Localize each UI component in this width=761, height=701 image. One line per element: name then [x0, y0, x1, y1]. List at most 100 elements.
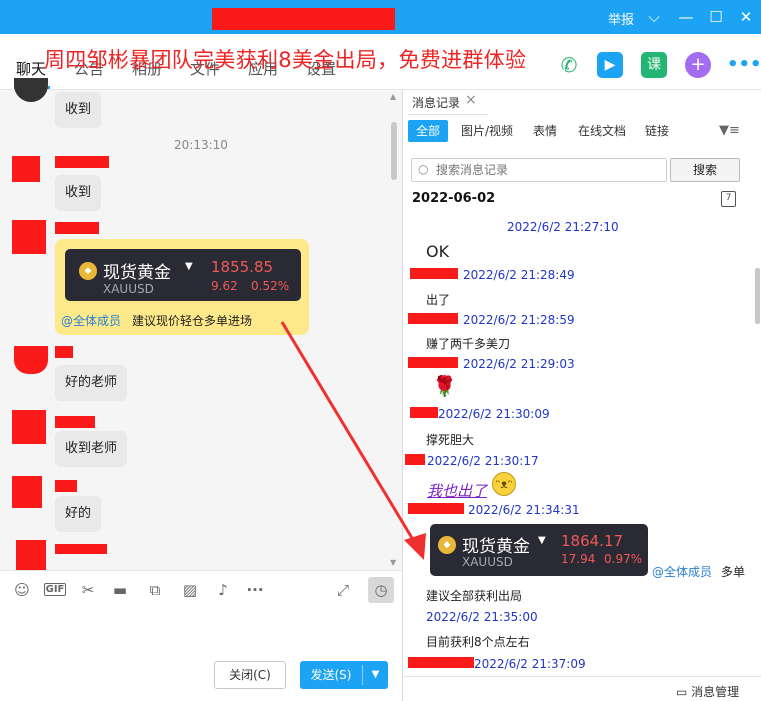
- redacted-name: [410, 268, 458, 279]
- phone-icon[interactable]: ✆: [556, 52, 582, 78]
- more-icon[interactable]: •••: [727, 52, 761, 78]
- message-bubble: 好的: [55, 496, 102, 532]
- record-time: 2022/6/2 21:34:31: [468, 503, 580, 517]
- report-button[interactable]: 举报: [608, 9, 634, 28]
- advice-text: 建议现价轻仓多单进场: [132, 314, 253, 328]
- redacted-name: [408, 657, 474, 668]
- tab-chat[interactable]: 聊天: [16, 58, 46, 79]
- scissors-icon[interactable]: ✂: [78, 581, 98, 599]
- chevron-down-icon[interactable]: ▼: [363, 661, 388, 689]
- quote-change-pct: 0.52%: [251, 279, 290, 293]
- record-link-text[interactable]: 我也出了: [427, 480, 487, 501]
- mention-all[interactable]: @全体成员: [652, 563, 712, 580]
- emoji-icon[interactable]: ☺: [12, 581, 32, 599]
- filter-all[interactable]: 全部: [408, 120, 449, 142]
- gif-icon[interactable]: GIF: [44, 583, 66, 596]
- quote-code: XAUUSD: [103, 282, 154, 296]
- redacted-name: [408, 503, 464, 514]
- bell-icon[interactable]: ♪: [213, 581, 233, 599]
- record-time: 2022/6/2 21:27:10: [507, 220, 619, 234]
- avatar[interactable]: [16, 540, 46, 570]
- maximize-icon[interactable]: ☐: [706, 7, 726, 27]
- filter-links[interactable]: 链接: [637, 120, 677, 142]
- input-toolbar: ☺ GIF ✂ ▬ ⧉ ▨ ♪ ··· ⤢ ◷: [0, 570, 402, 608]
- history-scrollbar[interactable]: [755, 268, 760, 324]
- grin-emoji-icon: ᵔᴥᵔ: [492, 472, 516, 496]
- history-tab-title[interactable]: 消息记录: [412, 94, 460, 111]
- redacted-name: [55, 346, 73, 358]
- avatar[interactable]: [12, 220, 46, 254]
- tab-bar: 聊天 公告 相册 文件 应用 设置 周四邹彬暴团队完美获利8美金出局，免费进群体…: [0, 34, 761, 90]
- rose-icon: 🌹: [432, 374, 457, 398]
- redacted-name: [55, 480, 77, 492]
- redacted-name: [405, 454, 425, 465]
- footer-divider: [403, 676, 761, 677]
- date-header: 2022-06-02: [412, 191, 496, 206]
- add-app-icon[interactable]: +: [685, 52, 711, 78]
- quote-price: 1864.17: [561, 532, 624, 550]
- redacted-name: [55, 222, 99, 234]
- avatar[interactable]: [12, 410, 46, 444]
- redacted-name: [55, 416, 95, 428]
- tab-divider: [408, 114, 488, 115]
- caret-down-icon: ▼: [185, 261, 193, 272]
- quote-code: XAUUSD: [462, 555, 513, 569]
- send-button[interactable]: 发送(S) ▼: [300, 661, 388, 689]
- expand-icon[interactable]: ⤢: [333, 581, 353, 599]
- history-search-input[interactable]: [436, 162, 656, 178]
- record-text: 出了: [426, 293, 451, 307]
- redacted-name: [410, 407, 438, 418]
- chevron-down-icon[interactable]: ⌵: [644, 7, 664, 27]
- redacted-title: [212, 8, 395, 30]
- quote-price: 1855.85: [211, 258, 274, 276]
- mention-all[interactable]: @全体成员: [61, 312, 121, 329]
- search-icon: ○: [418, 162, 429, 176]
- message-bubble: 收到老师: [55, 431, 128, 467]
- record-text: 撑死胆大: [426, 433, 475, 447]
- redacted-name: [408, 357, 458, 368]
- minimize-icon[interactable]: —: [676, 7, 696, 27]
- calendar-icon[interactable]: 7: [721, 191, 736, 207]
- search-button[interactable]: 搜索: [670, 158, 740, 182]
- record-text: 建议全部获利出局: [426, 589, 523, 603]
- gold-coin-icon: ◆: [438, 536, 456, 554]
- image-icon[interactable]: ▨: [180, 581, 200, 599]
- filter-icon[interactable]: ▼≡: [719, 123, 740, 138]
- record-text: 目前获利8个点左右: [426, 635, 530, 649]
- course-icon[interactable]: 课: [641, 52, 667, 78]
- quote-name: 现货黄金: [103, 263, 171, 283]
- filter-stickers[interactable]: 表情: [525, 120, 565, 142]
- gold-quote-card[interactable]: ◆ 现货黄金 ▼ XAUUSD 1864.17 17.94 0.97%: [430, 524, 648, 576]
- close-icon[interactable]: ✕: [736, 7, 756, 27]
- video-icon[interactable]: ▶: [597, 52, 623, 78]
- filter-docs[interactable]: 在线文档: [570, 120, 634, 142]
- avatar[interactable]: [12, 476, 42, 508]
- quote-change-pct: 0.97%: [604, 552, 643, 566]
- avatar[interactable]: [14, 346, 48, 374]
- close-button[interactable]: 关闭(C): [214, 661, 286, 689]
- record-text: OK: [426, 242, 450, 261]
- redacted-name: [55, 544, 107, 554]
- gold-coin-icon: ◆: [79, 262, 97, 280]
- more-icon[interactable]: ···: [245, 581, 265, 599]
- filter-media[interactable]: 图片/视频: [453, 120, 521, 142]
- scroll-down-icon[interactable]: ▼: [390, 558, 396, 567]
- send-button-label[interactable]: 发送(S): [300, 661, 362, 689]
- shake-icon[interactable]: ⧉: [145, 581, 165, 599]
- promo-banner-text: 周四邹彬暴团队完美获利8美金出局，免费进群体验: [44, 48, 527, 72]
- quote-change: 17.94: [561, 552, 596, 566]
- record-time: 2022/6/2 21:28:49: [463, 268, 575, 282]
- quote-name: 现货黄金: [462, 537, 530, 557]
- message-manager-label: 消息管理: [691, 685, 740, 699]
- record-text: 赚了两千多美刀: [426, 337, 511, 351]
- avatar[interactable]: [12, 156, 40, 182]
- record-time: 2022/6/2 21:30:09: [438, 407, 550, 421]
- scroll-up-icon[interactable]: ▲: [390, 92, 396, 101]
- close-icon[interactable]: ×: [465, 92, 477, 108]
- gold-quote-card[interactable]: ◆ 现货黄金 ▼ XAUUSD 1855.85 9.62 0.52%: [65, 249, 301, 301]
- history-search-box[interactable]: ○: [411, 158, 667, 182]
- folder-icon[interactable]: ▬: [110, 581, 130, 599]
- message-manager-button[interactable]: ▭ 消息管理: [676, 683, 739, 700]
- redacted-name: [408, 313, 458, 324]
- history-icon[interactable]: ◷: [368, 577, 394, 603]
